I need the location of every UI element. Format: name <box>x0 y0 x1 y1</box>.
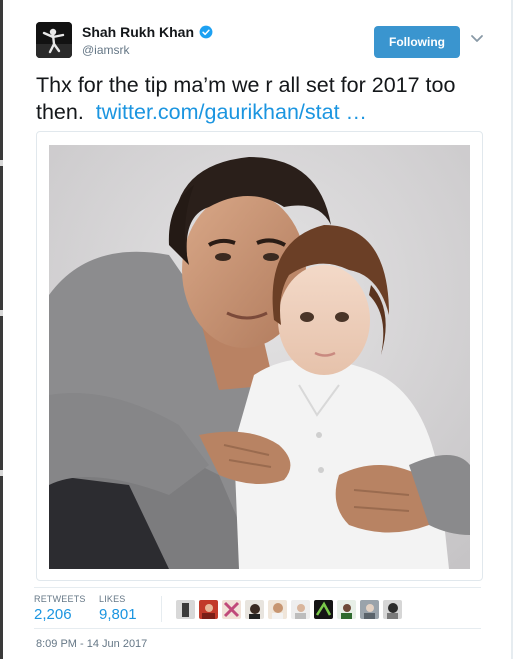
edge-segment <box>0 160 3 166</box>
retweets-label: RETWEETS <box>34 594 86 604</box>
tweet-header: Shah Rukh Khan @iamsrk Following <box>36 22 493 62</box>
verified-badge-icon <box>199 25 213 39</box>
likes-label: LIKES <box>99 594 126 604</box>
likes-stat[interactable]: LIKES 9,801 <box>99 594 137 623</box>
tweet-link[interactable]: twitter.com/gaurikhan/stat … <box>96 100 367 124</box>
author-names: Shah Rukh Khan @iamsrk <box>82 24 213 57</box>
edge-segment <box>0 470 3 476</box>
author-name[interactable]: Shah Rukh Khan <box>82 24 194 40</box>
media-card[interactable] <box>36 131 483 581</box>
liker-avatar[interactable] <box>176 600 195 619</box>
liker-avatar[interactable] <box>337 600 356 619</box>
liker-avatar[interactable] <box>199 600 218 619</box>
liker-avatar[interactable] <box>314 600 333 619</box>
liker-avatars <box>176 600 402 619</box>
liker-avatar[interactable] <box>245 600 264 619</box>
tweet-timestamp[interactable]: 8:09 PM - 14 Jun 2017 <box>36 638 147 650</box>
divider <box>34 587 481 588</box>
liker-avatar[interactable] <box>268 600 287 619</box>
tweet-photo[interactable] <box>49 145 470 569</box>
liker-avatar[interactable] <box>291 600 310 619</box>
edge-segment <box>0 310 3 316</box>
liker-avatar[interactable] <box>360 600 379 619</box>
retweets-count[interactable]: 2,206 <box>34 606 86 623</box>
author-avatar[interactable] <box>36 22 72 58</box>
chevron-down-icon[interactable] <box>470 34 484 44</box>
author-handle[interactable]: @iamsrk <box>82 43 213 57</box>
left-edge-bar <box>0 0 3 659</box>
retweets-stat[interactable]: RETWEETS 2,206 <box>34 594 86 623</box>
divider <box>34 628 481 629</box>
divider <box>161 596 162 622</box>
following-button[interactable]: Following <box>374 26 460 58</box>
tweet-text: Thx for the tip ma’m we r all set for 20… <box>36 72 486 126</box>
likes-count[interactable]: 9,801 <box>99 606 137 623</box>
liker-avatar[interactable] <box>222 600 241 619</box>
liker-avatar[interactable] <box>383 600 402 619</box>
fullname-row: Shah Rukh Khan <box>82 24 213 40</box>
